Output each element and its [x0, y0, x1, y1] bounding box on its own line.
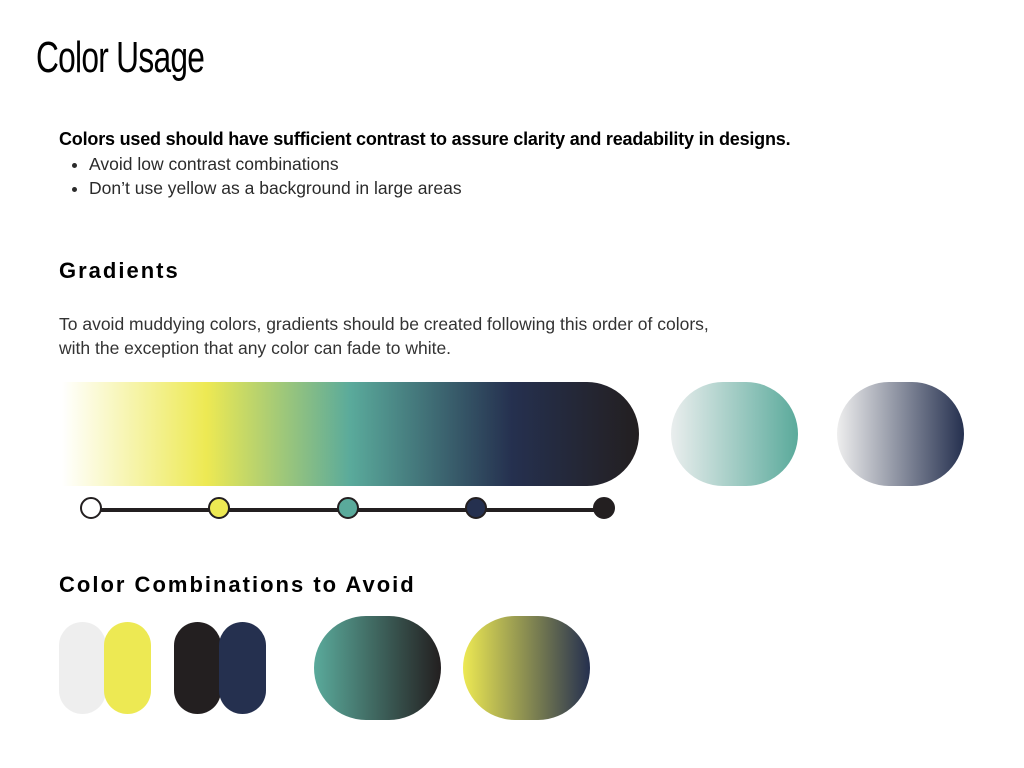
list-item: Avoid low contrast combinations	[89, 152, 959, 176]
white-to-navy-gradient-swatch	[837, 382, 964, 486]
avoid-swatch-navy	[219, 622, 266, 714]
full-scale-gradient-swatch	[62, 382, 639, 486]
page-title: Color Usage	[36, 33, 205, 82]
order-dot-white	[80, 497, 102, 519]
white-to-teal-gradient-swatch	[671, 382, 798, 486]
avoid-gradient-yellow-to-navy	[463, 616, 590, 720]
intro-lead-text: Colors used should have sufficient contr…	[59, 129, 791, 149]
avoid-swatch-black	[174, 622, 221, 714]
order-dot-teal	[337, 497, 359, 519]
order-dot-navy	[465, 497, 487, 519]
gradients-heading: Gradients	[59, 258, 180, 283]
gradients-description: To avoid muddying colors, gradients shou…	[59, 314, 709, 358]
order-dot-black	[593, 497, 615, 519]
avoid-heading: Color Combinations to Avoid	[59, 572, 416, 597]
avoid-swatch-light-gray	[59, 622, 106, 714]
avoid-gradient-teal-to-black	[314, 616, 441, 720]
avoid-swatch-yellow	[104, 622, 151, 714]
intro-section: Colors used should have sufficient contr…	[59, 128, 959, 200]
intro-bullet-list: Avoid low contrast combinations Don’t us…	[59, 152, 959, 200]
order-dot-yellow	[208, 497, 230, 519]
list-item: Don’t use yellow as a background in larg…	[89, 176, 959, 200]
